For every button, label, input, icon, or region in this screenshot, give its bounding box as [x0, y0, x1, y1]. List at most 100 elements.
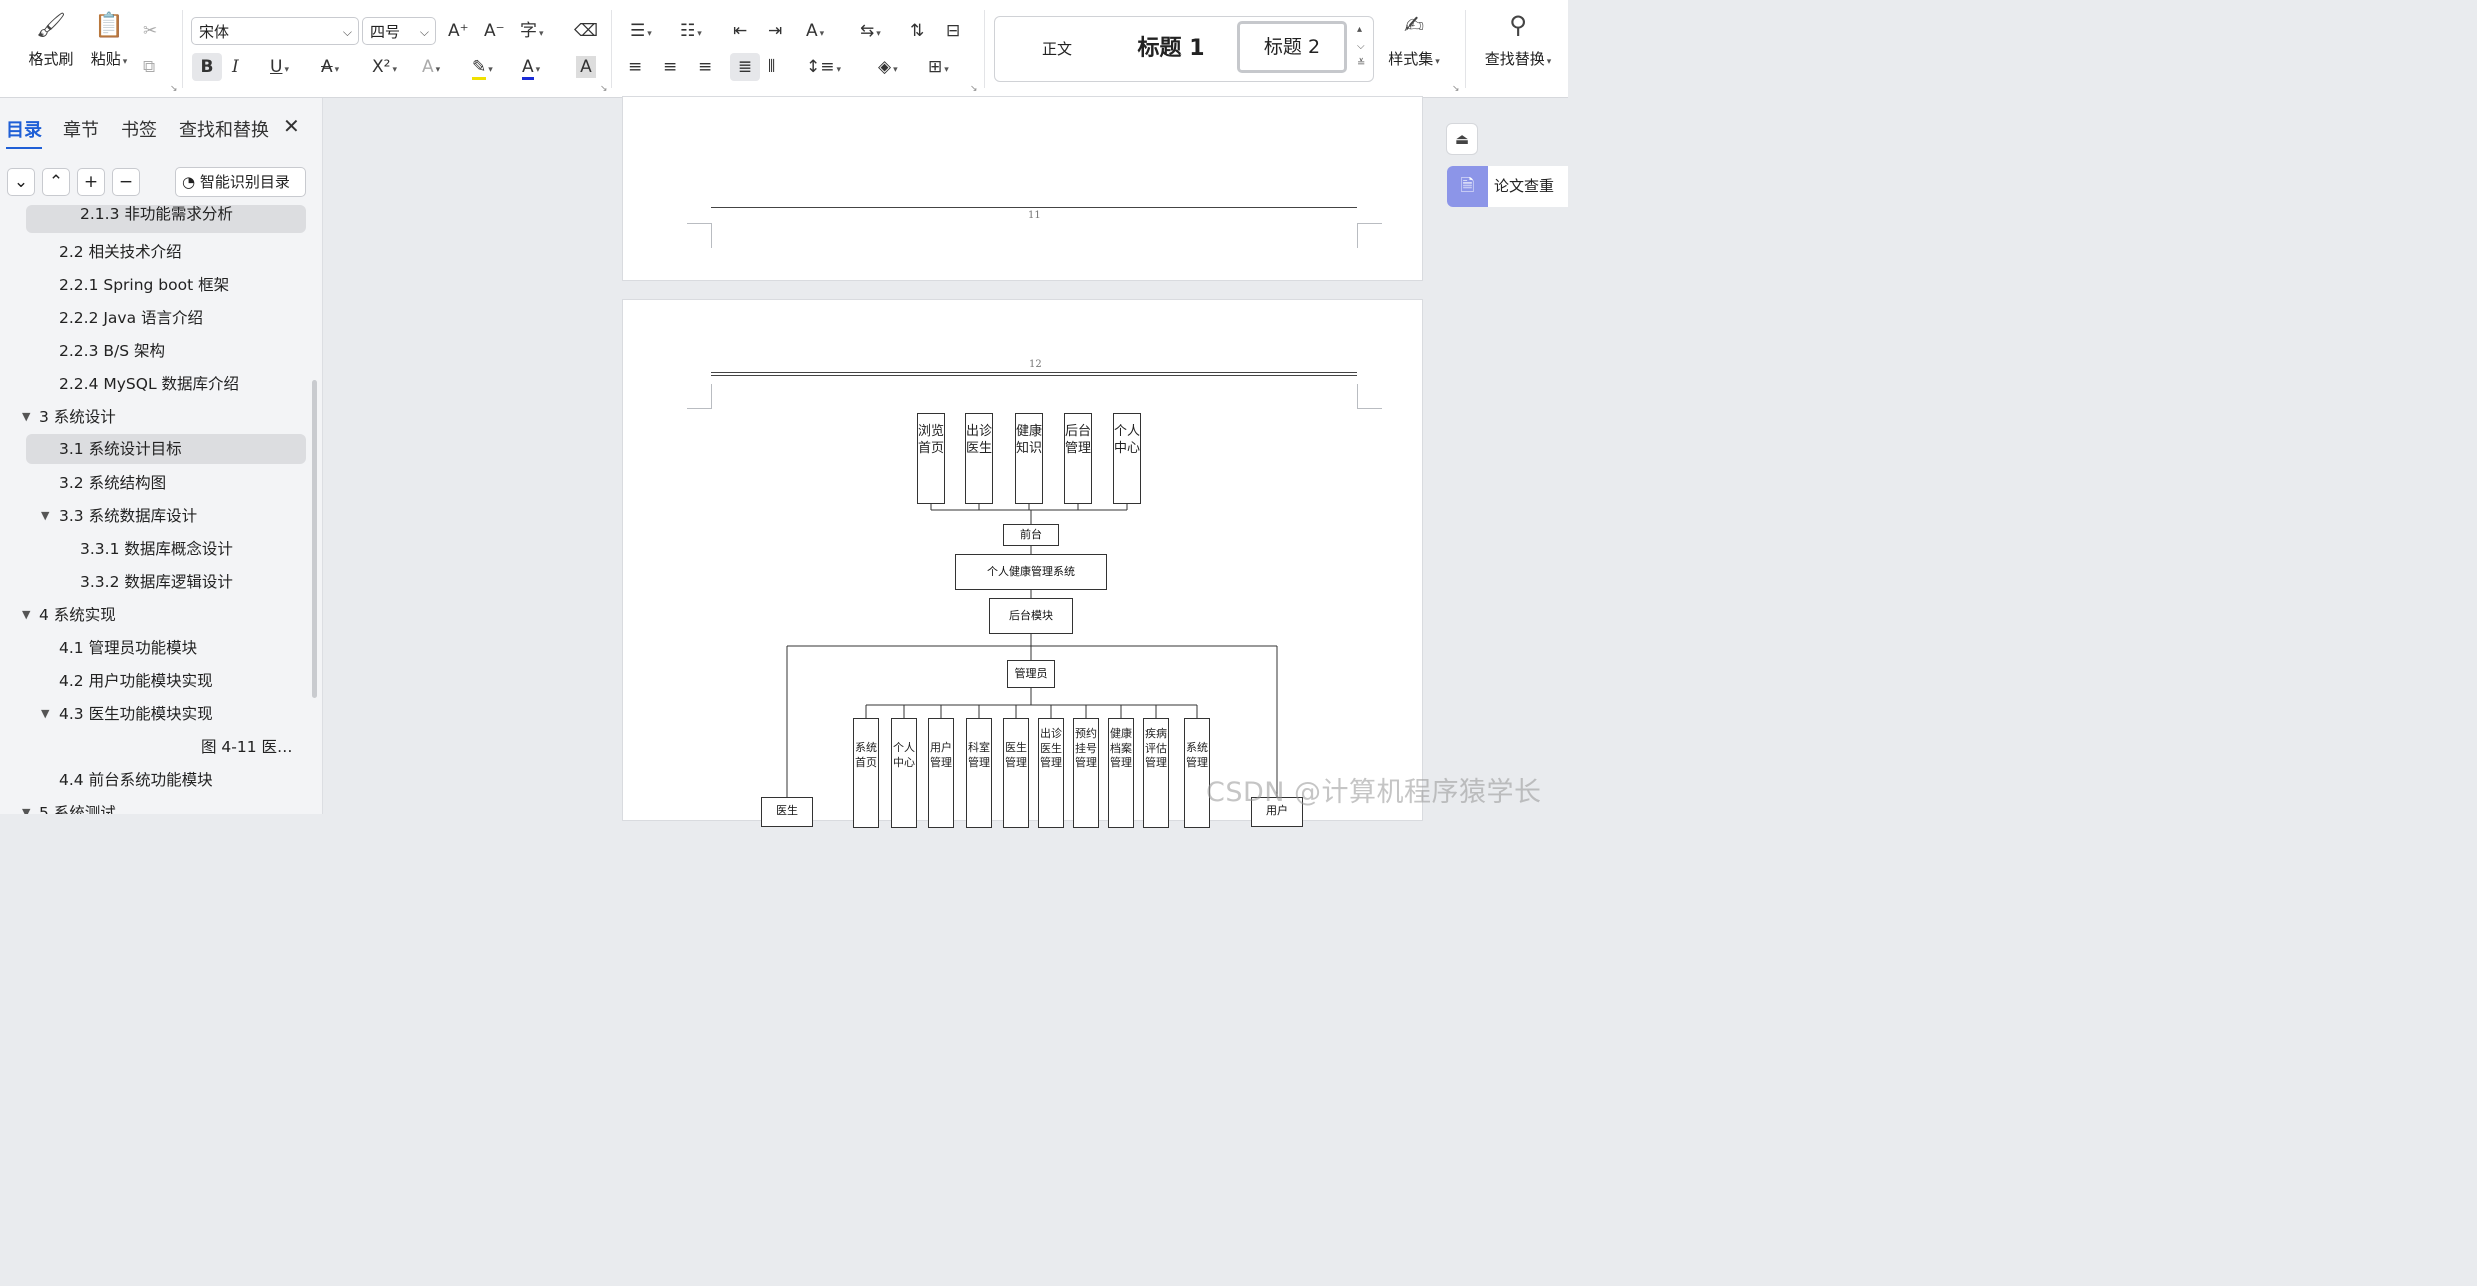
clipboard-dialog-launcher[interactable]: ↘: [170, 84, 178, 94]
toc-item[interactable]: 2.2.3 B/S 架构: [59, 336, 165, 366]
decrease-indent-icon[interactable]: ⇤: [733, 20, 747, 42]
bold-button[interactable]: B: [192, 53, 222, 81]
document-page-12: 12 浏览首页 出诊医生 健康知识 后台管理 个人中心 前台 个人健康管理系统 …: [622, 299, 1423, 828]
toc-item[interactable]: 3 系统设计: [39, 402, 116, 432]
close-icon[interactable]: ✕: [283, 114, 300, 138]
paragraph-dialog-launcher[interactable]: ↘: [970, 84, 978, 94]
numbered-list-icon[interactable]: ☷ ▾: [680, 20, 702, 45]
toc-item[interactable]: 4.2 用户功能模块实现: [59, 666, 213, 696]
distributed-icon[interactable]: ⫴: [768, 56, 775, 78]
toc-item[interactable]: 3.3.2 数据库逻辑设计: [80, 567, 233, 597]
expand-triangle-icon[interactable]: ▼: [22, 600, 30, 630]
toc-item[interactable]: 图 4-11 医…: [201, 732, 293, 762]
toc-item[interactable]: 3.2 系统结构图: [59, 468, 166, 498]
format-painter-button[interactable]: 🖌 格式刷: [26, 8, 76, 69]
toc-item[interactable]: 2.2.1 Spring boot 框架: [59, 270, 229, 300]
font-color-button[interactable]: A ▾: [522, 56, 540, 81]
eraser-icon[interactable]: ⌫: [574, 20, 598, 42]
toc-item[interactable]: 2.2.2 Java 语言介绍: [59, 303, 203, 333]
crop-mark: [1357, 223, 1382, 248]
strikethrough-button[interactable]: A ▾: [321, 56, 339, 81]
document-page-11: 11: [622, 96, 1423, 281]
diagram-node-admin-module: 科室管理: [966, 718, 992, 828]
text-direction-icon[interactable]: ⇆ ▾: [860, 20, 881, 45]
paste-button[interactable]: 📋 粘贴 ▾: [84, 8, 134, 69]
expand-triangle-icon[interactable]: ▼: [41, 699, 49, 729]
toc-item[interactable]: 3.3.1 数据库概念设计: [80, 534, 233, 564]
italic-button[interactable]: I: [232, 56, 239, 78]
diagram-node-front: 前台: [1003, 524, 1059, 546]
cut-icon[interactable]: ✂: [143, 20, 157, 42]
justify-icon[interactable]: ≣: [730, 53, 760, 81]
highlight-button[interactable]: ✎ ▾: [472, 56, 493, 81]
expand-triangle-icon[interactable]: ▼: [41, 501, 49, 531]
underline-button[interactable]: U ▾: [270, 56, 289, 81]
diagram-node-front-module: 个人中心: [1113, 413, 1141, 504]
navigation-scrollbar[interactable]: [312, 380, 317, 698]
thesis-check-button[interactable]: 🗎 论文查重: [1447, 166, 1568, 207]
superscript-button[interactable]: X² ▾: [372, 56, 397, 81]
diagram-node-admin: 管理员: [1007, 660, 1055, 688]
diagram-node-admin-module: 个人中心: [891, 718, 917, 828]
sort-icon[interactable]: ⇅: [910, 20, 924, 42]
diagram-node-admin-module: 预约挂号管理: [1073, 718, 1099, 828]
diagram-node-backend: 后台模块: [989, 598, 1073, 634]
increase-indent-icon[interactable]: ⇥: [768, 20, 782, 42]
styles-dialog-launcher[interactable]: ↘: [1452, 84, 1460, 94]
copy-icon[interactable]: ⧉: [143, 56, 155, 78]
toc-item[interactable]: 2.1.3 非功能需求分析: [26, 205, 306, 233]
tab-chapters[interactable]: 章节: [63, 116, 99, 142]
diagram-node-front-module: 浏览首页: [917, 413, 945, 504]
expand-triangle-icon[interactable]: ▼: [22, 402, 30, 432]
line-spacing-icon[interactable]: ↕≡ ▾: [806, 56, 841, 81]
font-size-select[interactable]: 四号 ⌵: [362, 17, 436, 45]
show-marks-icon[interactable]: ⊟: [946, 20, 960, 42]
style-normal[interactable]: 正文: [1005, 23, 1109, 75]
toc-item[interactable]: 3.3 系统数据库设计: [59, 501, 197, 531]
style-heading-1[interactable]: 标题 1: [1119, 23, 1223, 75]
bullet-list-icon[interactable]: ☰ ▾: [630, 20, 652, 45]
toc-item-selected[interactable]: 3.1 系统设计目标: [26, 434, 306, 464]
diagram-node-admin-module: 用户管理: [928, 718, 954, 828]
shading-fill-icon[interactable]: ◈ ▾: [878, 56, 898, 81]
remove-heading-button[interactable]: −: [112, 168, 140, 196]
smart-toc-button[interactable]: ◔ 智能识别目录: [175, 167, 306, 197]
char-shading-button[interactable]: A: [576, 56, 596, 78]
char-spacing-icon[interactable]: A ▾: [806, 20, 824, 45]
align-left-icon[interactable]: ≡: [628, 56, 642, 78]
find-replace-button[interactable]: ⚲ 查找替换 ▾: [1480, 8, 1556, 69]
expand-triangle-icon[interactable]: ▼: [22, 798, 30, 814]
ai-icon: ◔: [182, 173, 196, 191]
border-icon[interactable]: ⊞ ▾: [928, 56, 949, 81]
toc-item[interactable]: 2.2 相关技术介绍: [59, 237, 182, 267]
toc-item[interactable]: 2.2.4 MySQL 数据库介绍: [59, 369, 239, 399]
toc-item[interactable]: 4 系统实现: [39, 600, 116, 630]
toc-item[interactable]: 4.3 医生功能模块实现: [59, 699, 213, 729]
phonetic-guide-icon[interactable]: 字 ▾: [520, 20, 544, 45]
add-heading-button[interactable]: +: [77, 168, 105, 196]
style-heading-2[interactable]: 标题 2: [1237, 21, 1347, 73]
font-name-select[interactable]: 宋体 ⌵: [191, 17, 359, 45]
font-grow-icon[interactable]: A⁺: [448, 20, 469, 42]
expand-icon[interactable]: ⌃: [42, 168, 70, 196]
tab-toc[interactable]: 目录: [6, 116, 42, 149]
diagram-node-admin-module: 健康档案管理: [1108, 718, 1134, 828]
styles-scroll-controls[interactable]: ▴ ⌵ ≚: [1357, 21, 1365, 72]
toc-item[interactable]: 5 系统测试: [39, 798, 116, 814]
style-set-button[interactable]: ✍ 样式集 ▾: [1388, 8, 1440, 69]
separator: [984, 10, 985, 88]
search-icon: ⚲: [1509, 11, 1527, 39]
tab-bookmarks[interactable]: 书签: [121, 116, 157, 142]
document-search-icon: 🗎: [1447, 166, 1488, 207]
font-dialog-launcher[interactable]: ↘: [600, 84, 608, 94]
collapse-icon[interactable]: ⌄: [7, 168, 35, 196]
align-center-icon[interactable]: ≡: [663, 56, 677, 78]
collapse-panel-icon[interactable]: ⏏: [1446, 123, 1478, 155]
text-effect-button[interactable]: A ▾: [422, 56, 440, 81]
tab-find-replace[interactable]: 查找和替换: [179, 116, 269, 142]
toc-item[interactable]: 4.4 前台系统功能模块: [59, 765, 213, 795]
font-shrink-icon[interactable]: A⁻: [484, 20, 505, 42]
align-right-icon[interactable]: ≡: [698, 56, 712, 78]
diagram-node-front-module: 出诊医生: [965, 413, 993, 504]
toc-item[interactable]: 4.1 管理员功能模块: [59, 633, 197, 663]
